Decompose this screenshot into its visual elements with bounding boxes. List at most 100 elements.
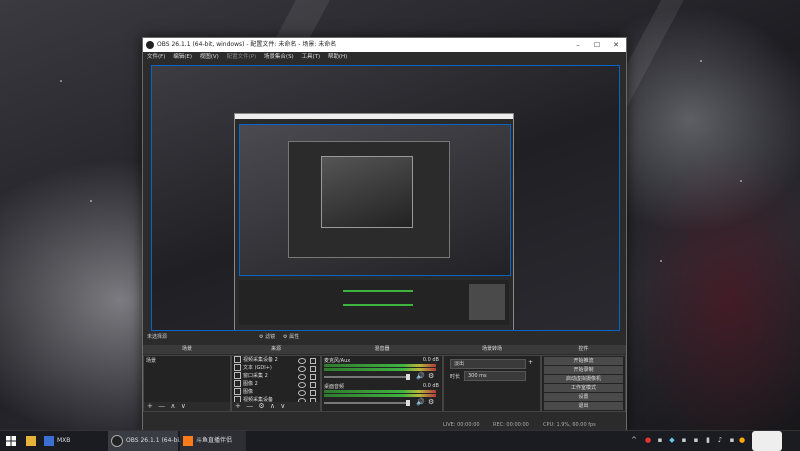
nested-obs-capture: [234, 113, 514, 330]
menu-scene-collection[interactable]: 场景集合(S): [264, 52, 294, 62]
obs-icon: [111, 434, 123, 447]
visibility-eye-icon[interactable]: [298, 374, 306, 380]
gear-icon[interactable]: ⚙: [428, 398, 434, 406]
scenes-dock: 场景 + — ∧ ∨: [143, 355, 231, 412]
menu-view[interactable]: 视图(V): [200, 52, 219, 62]
app-tray-icon[interactable]: ●: [738, 436, 746, 444]
filter-button[interactable]: ⚙ 滤镜: [259, 331, 275, 343]
exit-button[interactable]: 退出: [544, 402, 623, 410]
status-bar: LIVE: 00:00:00 REC: 00:00:00 CPU: 1.9%, …: [143, 420, 626, 430]
settings-button[interactable]: 设置: [544, 393, 623, 401]
mixer-channel-name: 麦克风/Aux: [324, 358, 351, 364]
source-item[interactable]: 窗口采集 2: [234, 372, 268, 380]
taskbar-item-obs[interactable]: OBS 26.1.1 (64-bi...: [108, 431, 185, 451]
app-tray-icon[interactable]: ◆: [668, 436, 676, 444]
minimize-button[interactable]: –: [569, 38, 587, 52]
taskbar-item-douyu[interactable]: 斗鱼直播伴侣: [180, 431, 246, 451]
taskbar-item-mxb[interactable]: MXB: [44, 431, 70, 451]
mixer-channel-db: 0.0 dB: [422, 357, 439, 363]
snow-dot: [660, 260, 662, 262]
volume-slider[interactable]: [324, 402, 408, 404]
properties-button[interactable]: ⚙ 属性: [283, 331, 299, 343]
app-tray-icon[interactable]: ▪: [656, 436, 664, 444]
start-streaming-button[interactable]: 开始推流: [544, 357, 623, 365]
visibility-eye-icon[interactable]: [298, 358, 306, 364]
move-up-button[interactable]: ∧: [270, 402, 275, 410]
speaker-icon[interactable]: 🔊: [416, 398, 425, 406]
start-button[interactable]: [6, 431, 16, 451]
preview-canvas[interactable]: [151, 65, 620, 331]
folder-icon: [26, 435, 36, 446]
source-item[interactable]: 视频采集设备 2: [234, 356, 278, 364]
move-down-button[interactable]: ∨: [280, 402, 285, 410]
visibility-eye-icon[interactable]: [298, 382, 306, 388]
lock-icon[interactable]: [310, 374, 316, 380]
taskbar: MXB OBS 26.1.1 (64-bi... 斗鱼直播伴侣 ^ ● ▪ ◆ …: [0, 430, 800, 451]
mascot-icon[interactable]: [752, 431, 782, 451]
nested-title-bar: [235, 114, 513, 119]
lock-icon[interactable]: [310, 358, 316, 364]
transition-select[interactable]: 淡出: [450, 359, 526, 369]
snow-dot: [90, 200, 92, 202]
menu-file[interactable]: 文件(F): [147, 52, 165, 62]
ime-icon[interactable]: ▪: [728, 436, 736, 444]
audio-meter: [324, 394, 436, 397]
add-source-button[interactable]: +: [235, 402, 241, 410]
menu-edit[interactable]: 编辑(E): [173, 52, 192, 62]
menu-tools[interactable]: 工具(T): [301, 52, 320, 62]
source-settings-button[interactable]: ⚙: [258, 402, 264, 410]
remove-source-button[interactable]: —: [246, 402, 253, 410]
app-tray-icon[interactable]: ▪: [692, 436, 700, 444]
start-virtual-camera-button[interactable]: 启动虚拟摄像机: [544, 375, 623, 383]
duration-label: 时长: [450, 374, 461, 380]
move-down-button[interactable]: ∨: [181, 402, 186, 410]
volume-icon[interactable]: ♪: [716, 436, 724, 444]
chevron-up-icon[interactable]: ^: [630, 436, 638, 444]
window-icon: [234, 372, 241, 379]
close-button[interactable]: ✕: [607, 38, 625, 52]
title-bar[interactable]: OBS 26.1.1 (64-bit, windows) - 配置文件: 未命名…: [143, 38, 626, 52]
lock-icon[interactable]: [310, 382, 316, 388]
nested-preview: [239, 124, 511, 276]
add-scene-button[interactable]: +: [147, 402, 153, 410]
app-tray-icon[interactable]: ▪: [680, 436, 688, 444]
menu-help[interactable]: 帮助(H): [328, 52, 347, 62]
audio-meter: [324, 368, 436, 371]
lock-icon[interactable]: [310, 366, 316, 372]
nested-docks: [239, 280, 509, 325]
transition-add-button[interactable]: +: [528, 359, 533, 366]
nested-capture-level2: [288, 141, 450, 258]
source-item[interactable]: 文本 (GDI+): [234, 364, 272, 372]
controls-dock-title: 控件: [541, 345, 626, 354]
image-icon: [234, 388, 241, 395]
start-recording-button[interactable]: 开始录制: [544, 366, 623, 374]
visibility-eye-icon[interactable]: [298, 390, 306, 396]
scene-item[interactable]: 场景: [146, 357, 156, 365]
menu-profile[interactable]: 配置文件(P): [227, 52, 257, 62]
volume-slider-knob[interactable]: [406, 374, 410, 380]
network-icon[interactable]: ▮: [704, 436, 712, 444]
volume-slider[interactable]: [324, 376, 408, 378]
snow-dot: [740, 180, 742, 182]
live-status: LIVE: 00:00:00: [443, 422, 480, 428]
file-explorer-button[interactable]: [26, 431, 39, 451]
nested-capture-level3: [321, 156, 413, 228]
speaker-icon[interactable]: 🔊: [416, 372, 425, 380]
remove-scene-button[interactable]: —: [158, 402, 165, 410]
source-item[interactable]: 图像 2: [234, 380, 258, 388]
app-tray-icon[interactable]: ●: [644, 436, 652, 444]
sources-dock-title: 来源: [231, 345, 321, 354]
lock-icon[interactable]: [310, 390, 316, 396]
gear-icon[interactable]: ⚙: [428, 372, 434, 380]
mixer-dock: 麦克风/Aux 0.0 dB 🔊 ⚙ 桌面音频 0.0 dB 🔊 ⚙: [321, 355, 443, 412]
gear-icon: ⚙: [259, 334, 264, 340]
mixer-dock-title: 混音器: [321, 345, 443, 354]
duration-input[interactable]: 300 ms: [464, 371, 526, 381]
maximize-button[interactable]: ☐: [588, 38, 606, 52]
studio-mode-button[interactable]: 工作室模式: [544, 384, 623, 392]
mxb-icon: [44, 435, 54, 446]
volume-slider-knob[interactable]: [406, 400, 410, 406]
source-item[interactable]: 图像: [234, 388, 253, 396]
visibility-eye-icon[interactable]: [298, 366, 306, 372]
move-up-button[interactable]: ∧: [170, 402, 175, 410]
